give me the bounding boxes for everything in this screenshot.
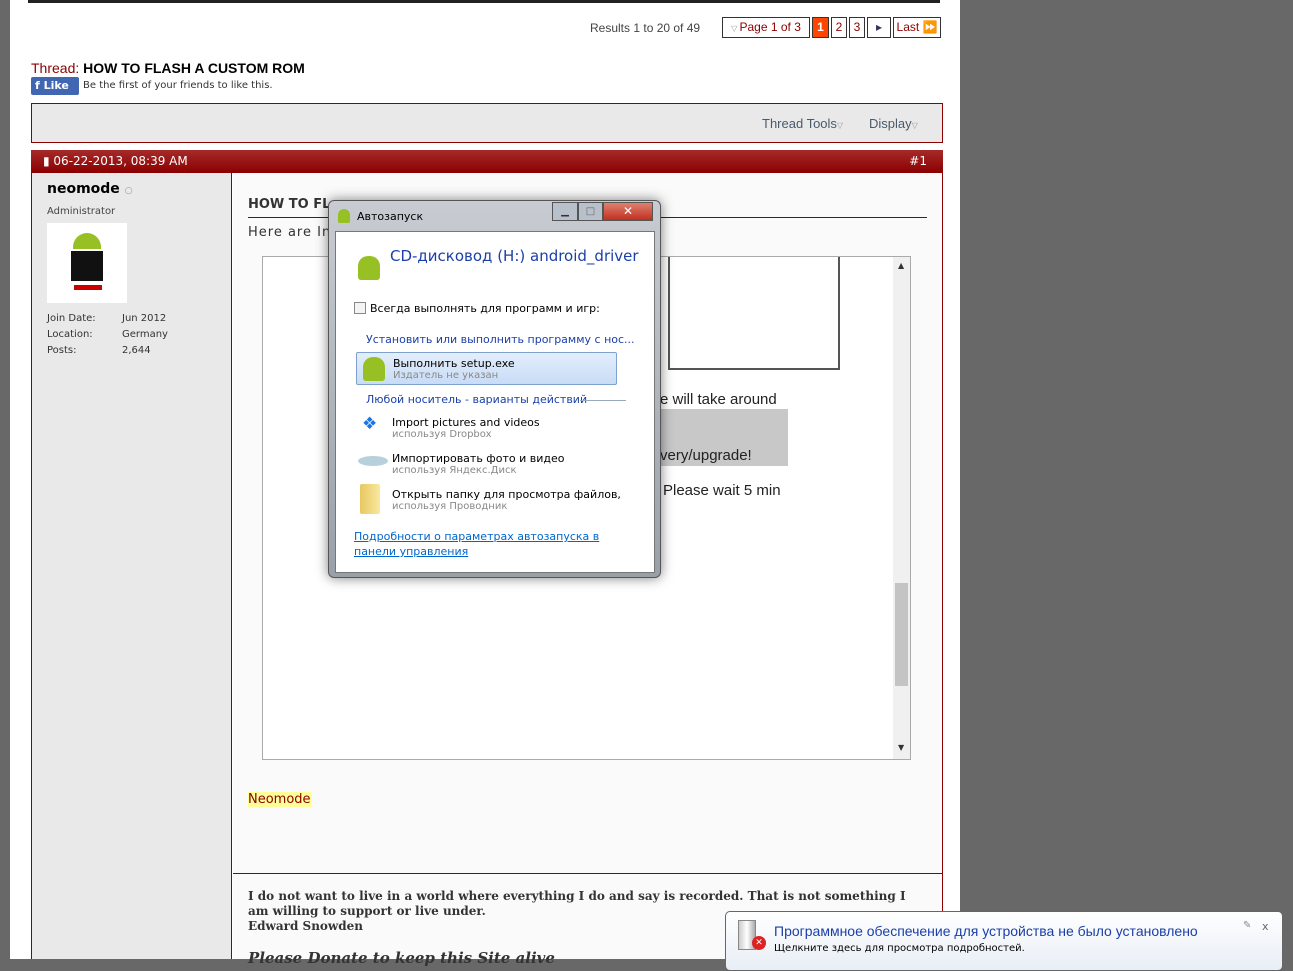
android-icon bbox=[363, 357, 385, 381]
thread-tools-menu[interactable]: Thread Tools▽ bbox=[762, 116, 843, 131]
text-fragment: very/upgrade! bbox=[660, 447, 752, 464]
last-page-button[interactable]: Last ⏩ bbox=[893, 17, 941, 38]
document-icon: ▮ bbox=[43, 154, 54, 168]
notification-subtitle: Щелкните здесь для просмотра подробносте… bbox=[774, 943, 1025, 954]
android-icon bbox=[358, 256, 380, 280]
signature-name: Neomode bbox=[248, 792, 311, 807]
maximize-button[interactable]: □ bbox=[578, 202, 603, 221]
error-icon: ✕ bbox=[752, 936, 766, 950]
results-count: Results 1 to 20 of 49 bbox=[590, 21, 701, 35]
section-install: Установить или выполнить программу с нос… bbox=[366, 333, 635, 346]
android-icon bbox=[338, 209, 350, 223]
page-jump-dropdown[interactable]: ▽ Page 1 of 3 bbox=[722, 17, 810, 38]
post-intro: Here are Ins bbox=[248, 225, 339, 240]
dialog-content: CD-дисковод (H:) android_driver Всегда в… bbox=[335, 231, 655, 573]
scrollbar-thumb[interactable] bbox=[895, 583, 908, 686]
facebook-like-button[interactable]: f Like bbox=[31, 77, 79, 95]
top-bar bbox=[28, 0, 940, 3]
like-text: Be the first of your friends to like thi… bbox=[83, 80, 273, 91]
run-sub: Издатель не указан bbox=[393, 370, 499, 381]
run-label: Выполнить setup.exe bbox=[393, 357, 515, 370]
dialog-title: Автозапуск bbox=[357, 210, 424, 223]
post-number-link[interactable]: #1 bbox=[909, 150, 927, 173]
page-2-button[interactable]: 2 bbox=[831, 17, 847, 38]
yandex-disk-option[interactable]: Импортировать фото и видео используя Янд… bbox=[356, 448, 636, 478]
signature-divider bbox=[233, 873, 942, 874]
drive-title: CD-дисковод (H:) android_driver bbox=[390, 247, 639, 265]
device-notification[interactable]: ✕ Программное обеспечение для устройства… bbox=[725, 911, 1283, 971]
inner-window bbox=[668, 257, 840, 370]
yandex-disk-icon bbox=[358, 456, 388, 466]
donate-text[interactable]: Please Donate to keep this Site alive bbox=[248, 949, 555, 967]
post-header: ▮ 06-22-2013, 08:39 AM #1 bbox=[31, 150, 943, 173]
facebook-icon: f bbox=[35, 79, 44, 92]
minimize-button[interactable]: ▁ bbox=[552, 202, 578, 221]
thread-title: Thread: HOW TO FLASH A CUSTOM ROM bbox=[31, 60, 305, 76]
always-label: Всегда выполнять для программ и игр: bbox=[370, 302, 600, 315]
always-checkbox[interactable] bbox=[354, 302, 366, 314]
dropbox-icon: ❖ bbox=[362, 414, 378, 434]
autoplay-dialog: Автозапуск ▁ □ ✕ CD-дисковод (H:) androi… bbox=[328, 200, 661, 578]
folder-icon bbox=[360, 484, 380, 514]
close-button[interactable]: ✕ bbox=[603, 202, 653, 221]
text-fragment: e will take around bbox=[660, 391, 777, 408]
highlight-box: very/upgrade! bbox=[660, 409, 788, 466]
username-link[interactable]: neomode ○ bbox=[47, 181, 133, 197]
section-any-media: Любой носитель - варианты действий bbox=[366, 393, 588, 406]
display-menu[interactable]: Display▽ bbox=[869, 116, 918, 131]
user-role: Administrator bbox=[47, 206, 116, 217]
page-1-button[interactable]: 1 bbox=[812, 17, 829, 38]
page-3-button[interactable]: 3 bbox=[849, 17, 865, 38]
user-stats: Join Date: Jun 2012 Location: Germany Post… bbox=[47, 313, 168, 356]
autoplay-settings-link[interactable]: Подробности о параметрах автозапуска в п… bbox=[354, 529, 639, 559]
user-panel: neomode ○ Administrator Join Date: Jun 20… bbox=[32, 173, 232, 959]
open-folder-option[interactable]: Открыть папку для просмотра файлов, испо… bbox=[356, 484, 636, 516]
run-setup-option[interactable]: Выполнить setup.exe Издатель не указан bbox=[356, 352, 617, 385]
settings-icon[interactable]: ✎ bbox=[1243, 920, 1251, 931]
notification-close-icon[interactable]: x bbox=[1262, 920, 1269, 933]
post-title: HOW TO FL bbox=[248, 197, 331, 212]
text-fragment: Please wait 5 min bbox=[663, 482, 781, 499]
scrollbar[interactable]: ▲ ▼ bbox=[893, 257, 910, 759]
dropbox-option[interactable]: ❖ Import pictures and videos используя D… bbox=[356, 412, 636, 442]
next-page-icon[interactable]: ▸ bbox=[867, 17, 891, 38]
section-divider bbox=[580, 400, 626, 401]
notification-title: Программное обеспечение для устройства н… bbox=[774, 923, 1198, 939]
avatar[interactable] bbox=[47, 223, 127, 303]
